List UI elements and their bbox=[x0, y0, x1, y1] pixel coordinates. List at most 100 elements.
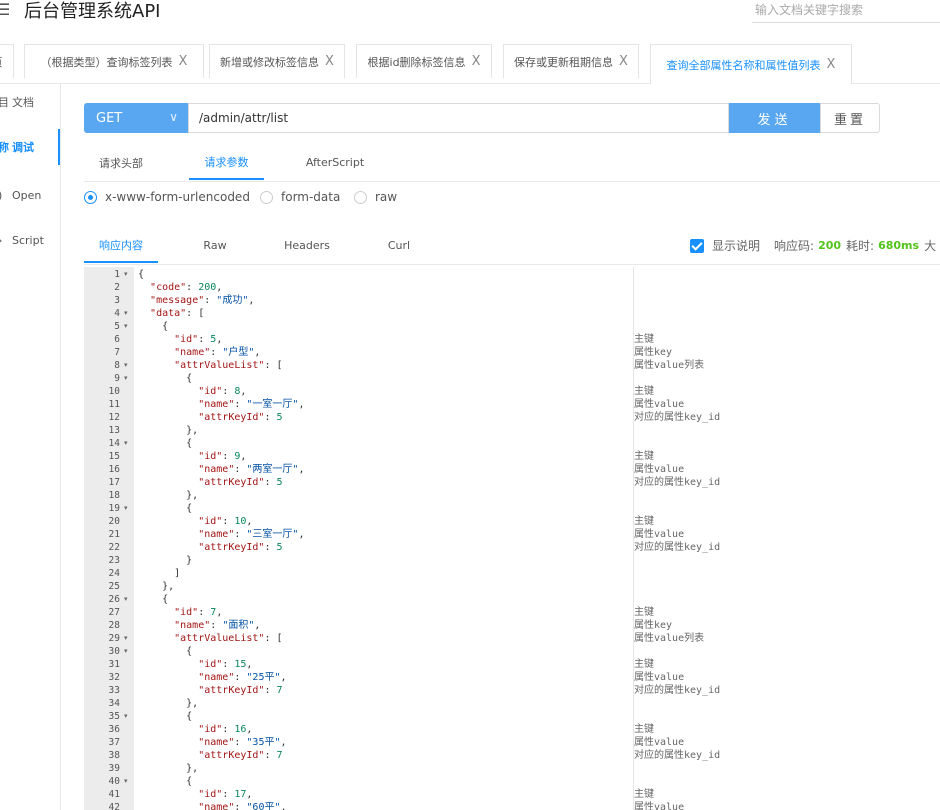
doc-tab[interactable]: 根据id删除标签信息 X bbox=[356, 44, 492, 78]
status-value: 200 bbox=[818, 239, 842, 252]
line-number: 12 bbox=[108, 412, 120, 423]
response-info: 显示说明 响应码: 200 耗时: 680ms 大 bbox=[690, 237, 936, 254]
line-number: 27 bbox=[108, 607, 120, 618]
line-number: 39 bbox=[108, 763, 120, 774]
field-description: 对应的属性key_id bbox=[634, 685, 721, 696]
fold-toggle-icon[interactable]: ▾ bbox=[124, 593, 128, 606]
sidebar-item-icon: › bbox=[0, 234, 2, 247]
fold-toggle-icon[interactable]: ▾ bbox=[124, 632, 128, 645]
field-description: 属性value bbox=[634, 672, 685, 683]
body-type-radio[interactable]: raw bbox=[354, 190, 397, 204]
doc-tab-label: 根据id删除标签信息 bbox=[367, 55, 466, 69]
sidebar-item[interactable]: ) Open bbox=[0, 177, 60, 213]
radio-circle bbox=[84, 190, 97, 204]
doc-tab-label: 查询全部属性名称和属性值列表 bbox=[666, 58, 821, 72]
code-line: "name": "60平", bbox=[198, 802, 287, 810]
request-tab[interactable]: 请求头部 bbox=[84, 145, 158, 180]
doc-tab[interactable]: 页 bbox=[0, 44, 14, 78]
fold-toggle-icon[interactable]: ▾ bbox=[124, 372, 128, 385]
code-line: "attrValueList": [ bbox=[174, 360, 283, 371]
code-line: "id": 5, bbox=[174, 334, 223, 345]
code-line: }, bbox=[138, 698, 199, 709]
code-line: "name": "面积", bbox=[174, 620, 261, 631]
line-number: 6 bbox=[114, 334, 120, 345]
code-line: { bbox=[138, 269, 145, 280]
response-tab[interactable]: Curl bbox=[370, 228, 428, 263]
close-icon[interactable]: X bbox=[619, 54, 628, 69]
code-line: { bbox=[138, 321, 169, 332]
sidebar-item[interactable]: 目文档 bbox=[0, 84, 60, 120]
code-line: "attrKeyId": 5 bbox=[198, 412, 283, 423]
line-number: 18 bbox=[108, 490, 120, 501]
search-input[interactable] bbox=[752, 0, 940, 23]
method-select[interactable]: GET ∨ bbox=[84, 103, 188, 133]
field-description: 主键 bbox=[634, 516, 654, 527]
code-line: "attrKeyId": 5 bbox=[198, 477, 283, 488]
request-tab[interactable]: 请求参数 bbox=[189, 145, 264, 180]
line-number: 23 bbox=[108, 555, 120, 566]
sidebar: 目文档称调试 ) Open › Script bbox=[0, 84, 61, 810]
size-label: 大 bbox=[924, 239, 937, 253]
response-tab[interactable]: 响应内容 bbox=[84, 228, 158, 263]
code-line: "id": 8, bbox=[198, 386, 247, 397]
fold-toggle-icon[interactable]: ▾ bbox=[124, 502, 128, 515]
field-description: 主键 bbox=[634, 451, 654, 462]
request-tab[interactable]: AfterScript bbox=[294, 145, 376, 180]
url-input[interactable]: /admin/attr/list bbox=[188, 103, 729, 133]
close-icon[interactable]: X bbox=[325, 54, 334, 69]
close-icon[interactable]: X bbox=[827, 57, 836, 72]
fold-toggle-icon[interactable]: ▾ bbox=[124, 437, 128, 450]
line-gutter: 1 ▾ 2 3 4 ▾ 5 ▾ 6 7 8 ▾ 9 ▾ 10 11 12 13 14 ▾ 15 16 17 18 19 ▾ 20 21… bbox=[84, 267, 134, 810]
field-description: 主键 bbox=[634, 659, 654, 670]
code-line: }, bbox=[138, 581, 175, 592]
field-description: 对应的属性key_id bbox=[634, 750, 721, 761]
doc-tab[interactable]: （根据类型）查询标签列表 X bbox=[24, 44, 204, 78]
sidebar-item[interactable]: 称调试 bbox=[0, 129, 60, 165]
line-number: 40 bbox=[108, 776, 120, 787]
field-description: 属性value列表 bbox=[634, 360, 705, 371]
body-type-radio[interactable]: x-www-form-urlencoded bbox=[84, 190, 250, 204]
fold-toggle-icon[interactable]: ▾ bbox=[124, 268, 128, 281]
line-number: 9 bbox=[114, 373, 120, 384]
response-tab[interactable]: Raw bbox=[184, 228, 246, 263]
close-icon[interactable]: X bbox=[179, 54, 188, 69]
menu-icon[interactable]: ☰ bbox=[0, 0, 10, 19]
field-description: 属性value bbox=[634, 737, 685, 748]
code-area: { "code": 200, "message": "成功", "data": … bbox=[138, 267, 718, 810]
fold-toggle-icon[interactable]: ▾ bbox=[124, 359, 128, 372]
sidebar-item-label: 调试 bbox=[12, 141, 34, 154]
doc-tab-label: 保存或更新租期信息 bbox=[514, 55, 614, 69]
line-number: 24 bbox=[108, 568, 120, 579]
line-number: 26 bbox=[108, 594, 120, 605]
sidebar-item[interactable]: › Script bbox=[0, 222, 60, 258]
send-button[interactable]: 发送 bbox=[729, 103, 820, 133]
reset-button[interactable]: 重置 bbox=[820, 103, 880, 133]
line-number: 22 bbox=[108, 542, 120, 553]
line-number: 30 bbox=[108, 646, 120, 657]
field-description: 对应的属性key_id bbox=[634, 542, 721, 553]
line-number: 15 bbox=[108, 451, 120, 462]
line-number: 10 bbox=[108, 386, 120, 397]
code-line: { bbox=[138, 373, 193, 384]
code-line: "data": [ bbox=[150, 308, 205, 319]
field-description: 属性value bbox=[634, 529, 685, 540]
method-value: GET bbox=[96, 110, 123, 126]
line-number: 1 bbox=[114, 269, 120, 280]
field-description: 主键 bbox=[634, 334, 654, 345]
response-editor[interactable]: 1 ▾ 2 3 4 ▾ 5 ▾ 6 7 8 ▾ 9 ▾ 10 11 12 13 14 ▾ 15 16 17 18 19 ▾ 20 21… bbox=[84, 267, 940, 810]
doc-tab[interactable]: 保存或更新租期信息 X bbox=[503, 44, 639, 78]
body-type-radio[interactable]: form-data bbox=[260, 190, 340, 204]
close-icon[interactable]: X bbox=[472, 54, 481, 69]
fold-toggle-icon[interactable]: ▾ bbox=[124, 775, 128, 788]
response-tab[interactable]: Headers bbox=[269, 228, 345, 263]
fold-toggle-icon[interactable]: ▾ bbox=[124, 320, 128, 333]
doc-tab[interactable]: 新增或修改标签信息 X bbox=[209, 44, 345, 78]
fold-toggle-icon[interactable]: ▾ bbox=[124, 710, 128, 723]
fold-toggle-icon[interactable]: ▾ bbox=[124, 307, 128, 320]
code-line: } bbox=[138, 555, 193, 566]
line-number: 8 bbox=[114, 360, 120, 371]
request-tabs: 请求头部 请求参数 AfterScript bbox=[84, 145, 940, 182]
doc-tab[interactable]: 查询全部属性名称和属性值列表 X bbox=[650, 44, 852, 84]
fold-toggle-icon[interactable]: ▾ bbox=[124, 645, 128, 658]
show-desc-checkbox[interactable] bbox=[690, 238, 704, 253]
